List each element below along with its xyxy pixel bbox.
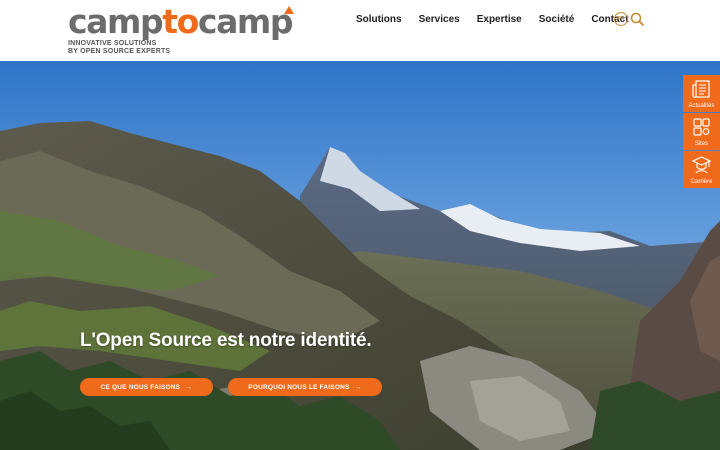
logo-part-camp: camp [68,2,164,41]
side-tab-sites-label: Sites [694,141,709,147]
side-tab-sites[interactable]: Sites [683,113,720,150]
search-icon[interactable] [630,12,644,26]
side-tab-news-label: Actualités [688,103,715,109]
why-we-do-it-button[interactable]: POURQUOI NOUS LE FAISONS → [228,378,382,396]
hero-headline: L'Open Source est notre identité. [80,330,372,351]
what-we-do-button[interactable]: CE QUE NOUS FAISONS → [80,378,213,396]
side-tab-careers[interactable]: Carrière [683,151,720,188]
nav-societe[interactable]: Société [539,13,575,27]
camptocamp-logo[interactable]: camptocamp [68,2,294,41]
logo-peak-icon [284,6,294,14]
tagline: INNOVATIVE SOLUTIONS BY OPEN SOURCE EXPE… [68,40,170,56]
site-header: camptocamp INNOVATIVE SOLUTIONS BY OPEN … [0,0,720,61]
nav-expertise[interactable]: Expertise [477,13,522,27]
logo-part-camp-2: camp [197,2,294,41]
nav-solutions[interactable]: Solutions [356,13,402,27]
main-nav: Solutions Services Expertise Société Con… [356,13,646,27]
tagline-line-2: BY OPEN SOURCE EXPERTS [68,48,171,55]
side-tab-news[interactable]: Actualités [683,75,720,112]
what-we-do-label: CE QUE NOUS FAISONS [100,383,181,391]
tagline-line-1: INNOVATIVE SOLUTIONS [68,40,157,47]
sites-icon [693,118,710,136]
side-tab-careers-label: Carrière [690,179,713,185]
why-we-do-it-label: POURQUOI NOUS LE FAISONS [248,383,350,391]
arrow-right-icon: → [354,383,362,391]
graduation-cap-icon [692,156,711,174]
logo-part-to: to [162,2,199,41]
news-icon [692,80,710,98]
nav-services[interactable]: Services [419,13,460,27]
logo-wordmark: camptocamp [68,2,294,41]
language-switcher[interactable]: FR [614,12,628,26]
arrow-right-icon: → [185,383,193,391]
